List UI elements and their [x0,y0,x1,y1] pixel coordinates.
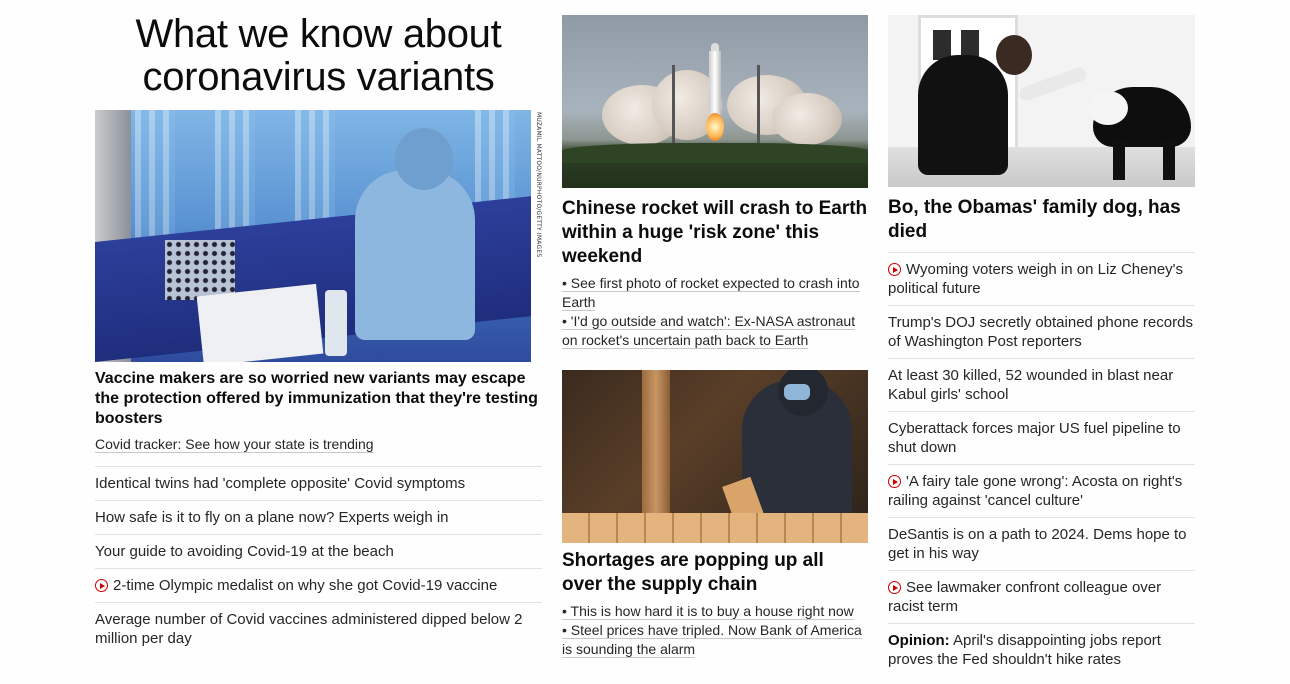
photo-mask [784,384,810,400]
list-item[interactable]: DeSantis is on a path to 2024. Dems hope… [888,518,1195,571]
photo-dog-head [1088,91,1128,125]
photo-tower [672,65,675,145]
list-item-text: DeSantis is on a path to 2024. Dems hope… [888,526,1187,562]
list-item[interactable]: Wyoming voters weigh in on Liz Cheney's … [888,253,1195,306]
supply-headline[interactable]: Shortages are popping up all over the su… [562,549,868,597]
supply-block: Shortages are popping up all over the su… [562,549,868,659]
list-item-text: 2-time Olympic medalist on why she got C… [113,577,498,594]
bo-headline[interactable]: Bo, the Obamas' family dog, has died [888,196,1195,253]
list-item[interactable]: At least 30 killed, 52 wounded in blast … [888,359,1195,412]
photo-man [918,55,1008,175]
photo-lumber-stack [562,513,868,543]
list-item-text: 'A fairy tale gone wrong': Acosta on rig… [888,473,1183,509]
photo-flame [706,113,724,141]
section-title[interactable]: What we know about coronavirus variants [95,13,542,99]
list-item[interactable]: 'A fairy tale gone wrong': Acosta on rig… [888,465,1195,518]
play-icon [95,579,108,592]
list-item-text: At least 30 killed, 52 wounded in blast … [888,367,1174,403]
supply-bullet-link[interactable]: • Steel prices have tripled. Now Bank of… [562,622,862,658]
list-item[interactable]: How safe is it to fly on a plane now? Ex… [95,501,542,535]
list-item[interactable]: Your guide to avoiding Covid-19 at the b… [95,535,542,569]
list-item-text: Identical twins had 'complete opposite' … [95,475,466,492]
photo-worker-head [395,128,453,190]
photo-dog-leg [1163,140,1175,180]
opinion-label: Opinion: [888,632,950,649]
list-item-text: Cyberattack forces major US fuel pipelin… [888,420,1181,456]
supply-bullet-link[interactable]: • This is how hard it is to buy a house … [562,603,854,620]
list-item-text: Your guide to avoiding Covid-19 at the b… [95,543,394,560]
list-item-text: Average number of Covid vaccines adminis… [95,611,523,647]
main-headline[interactable]: Vaccine makers are so worried new varian… [95,369,542,429]
photo-trees [562,143,868,163]
photo-dog-leg [1113,140,1125,180]
photo-bottle [325,290,347,356]
list-item[interactable]: See lawmaker confront colleague over rac… [888,571,1195,624]
play-icon [888,581,901,594]
photo-rocket-body [709,51,721,115]
photo-credit: MUZAMIL MATTOO/NURPHOTO/GETTY IMAGES [535,112,542,258]
photo-man-head [996,35,1032,75]
middle-column: Chinese rocket will crash to Earth withi… [562,0,868,684]
covid-story-list: Identical twins had 'complete opposite' … [95,467,542,655]
rocket-bullets: • See first photo of rocket expected to … [562,274,868,350]
vaccine-worker-photo[interactable]: MUZAMIL MATTOO/NURPHOTO/GETTY IMAGES [95,110,542,362]
rocket-bullet-link[interactable]: • See first photo of rocket expected to … [562,275,860,311]
list-item-text: See lawmaker confront colleague over rac… [888,579,1162,615]
photo-arm [1017,65,1089,103]
rocket-bullet-link[interactable]: • 'I'd go outside and watch': Ex-NASA as… [562,313,856,349]
list-item[interactable]: Cyberattack forces major US fuel pipelin… [888,412,1195,465]
coronavirus-section: What we know about coronavirus variants … [95,0,542,655]
list-item[interactable]: 2-time Olympic medalist on why she got C… [95,569,542,603]
play-icon [888,263,901,276]
photo-vial-box [165,240,235,300]
play-icon [888,475,901,488]
news-list: Wyoming voters weigh in on Liz Cheney's … [888,253,1195,676]
photo-papers [196,283,324,362]
list-item-text: How safe is it to fly on a plane now? Ex… [95,509,449,526]
rocket-headline[interactable]: Chinese rocket will crash to Earth withi… [562,197,868,269]
list-item[interactable]: Trump's DOJ secretly obtained phone reco… [888,306,1195,359]
sub-link-wrap: Covid tracker: See how your state is tre… [95,435,542,467]
photo-worker [355,170,475,340]
supply-bullets: • This is how hard it is to buy a house … [562,602,868,659]
covid-tracker-link[interactable]: Covid tracker: See how your state is tre… [95,436,374,453]
list-item[interactable]: Average number of Covid vaccines adminis… [95,603,542,655]
right-column: Bo, the Obamas' family dog, has died Wyo… [888,0,1195,676]
obama-dog-photo[interactable] [888,15,1195,187]
photo-tower [757,65,760,145]
rocket-launch-photo[interactable] [562,15,868,188]
list-item-text: Wyoming voters weigh in on Liz Cheney's … [888,261,1184,297]
list-item-text: Trump's DOJ secretly obtained phone reco… [888,314,1193,350]
lumber-photo[interactable] [562,370,868,543]
list-item[interactable]: Identical twins had 'complete opposite' … [95,467,542,501]
opinion-item[interactable]: Opinion: April's disappointing jobs repo… [888,624,1195,676]
photo-smoke [772,93,842,145]
